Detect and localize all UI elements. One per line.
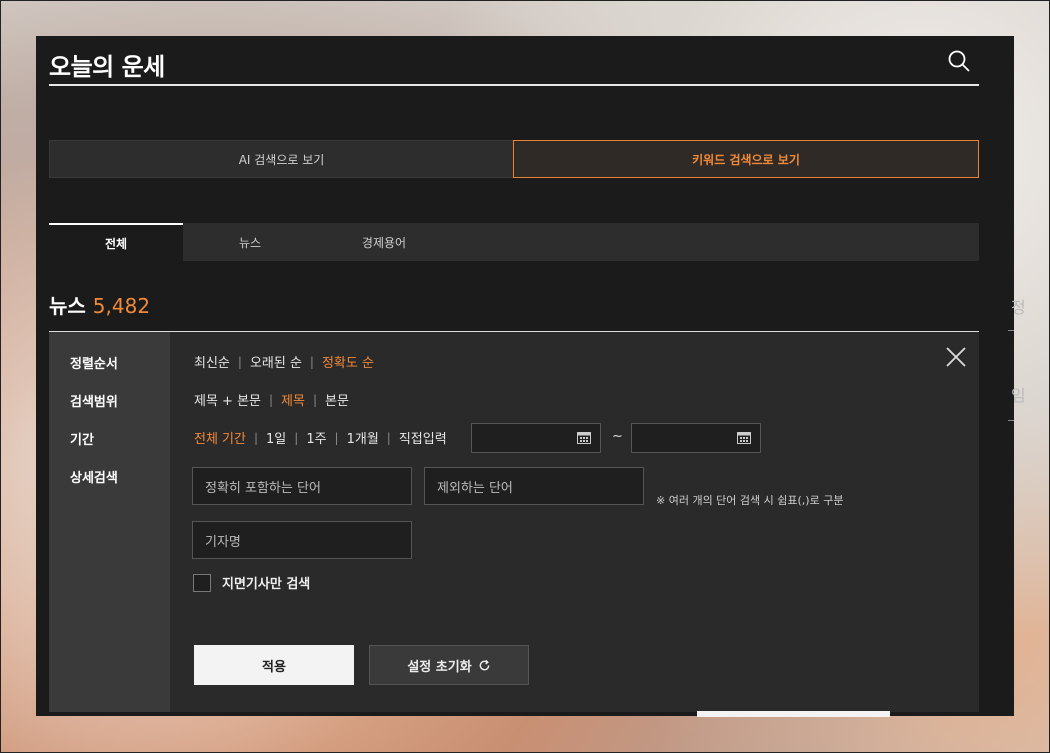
- exclude-words-input[interactable]: 제외하는 단어: [424, 467, 644, 505]
- print-only-label: 지면기사만 검색: [222, 577, 311, 592]
- page-title: 오늘의 운세: [49, 53, 165, 81]
- end-date-field[interactable]: [631, 423, 761, 453]
- sort-label: 정렬순서: [70, 357, 118, 372]
- calendar-icon[interactable]: [577, 431, 591, 444]
- scope-body-option[interactable]: 본문: [325, 390, 349, 409]
- reset-label: 설정 초기화: [407, 659, 472, 675]
- separator: |: [237, 354, 242, 369]
- result-label: 뉴스: [49, 294, 86, 318]
- keyword-search-button[interactable]: 키워드 검색으로 보기: [513, 140, 979, 178]
- page-header: 오늘의 운세: [49, 36, 979, 86]
- sort-latest-option[interactable]: 최신순: [194, 352, 230, 371]
- result-count: 뉴스 5,482: [49, 290, 150, 319]
- separator: |: [334, 430, 339, 445]
- search-mode-toggle: AI 검색으로 보기 키워드 검색으로 보기: [49, 140, 979, 178]
- period-label: 기간: [70, 433, 94, 448]
- print-only-checkbox-row[interactable]: 지면기사만 검색: [193, 573, 310, 592]
- scope-options: 제목 + 본문 | 제목 | 본문: [194, 390, 349, 410]
- detail-search-label: 상세검색: [70, 471, 118, 486]
- date-range-separator: ~: [612, 429, 623, 444]
- start-date-field[interactable]: [471, 423, 601, 453]
- exact-words-input[interactable]: 정확히 포함하는 단어: [192, 467, 412, 505]
- comma-hint: ※ 여러 개의 단어 검색 시 쉼표(,)로 구분: [656, 494, 844, 507]
- filter-label-column: 정렬순서 검색범위 기간 상세검색: [49, 332, 170, 712]
- tab-economic-terms[interactable]: 경제용어: [317, 223, 451, 261]
- period-1day-option[interactable]: 1일: [266, 428, 286, 447]
- apply-button[interactable]: 적용: [194, 645, 354, 685]
- reporter-input[interactable]: 기자명: [192, 521, 412, 559]
- side-divider: [1008, 330, 1014, 331]
- period-custom-option[interactable]: 직접입력: [399, 428, 447, 447]
- scope-title-body-option[interactable]: 제목 + 본문: [194, 390, 261, 409]
- period-1month-option[interactable]: 1개월: [347, 428, 379, 447]
- search-panel: 오늘의 운세 AI 검색으로 보기 키워드 검색으로 보기 전체 뉴스 경제용어…: [36, 36, 1026, 716]
- tab-news[interactable]: 뉴스: [183, 223, 317, 261]
- background-element: [697, 711, 890, 717]
- separator: |: [309, 354, 314, 369]
- sort-accuracy-option[interactable]: 정확도 순: [322, 352, 374, 371]
- ai-search-button[interactable]: AI 검색으로 보기: [49, 140, 514, 178]
- filter-panel: 정렬순서 검색범위 기간 상세검색 최신순 | 오래된 순 | 정확도 순 제목…: [49, 331, 979, 712]
- period-options: 전체 기간 | 1일 | 1주 | 1개월 | 직접입력: [194, 428, 447, 448]
- separator: |: [312, 392, 318, 407]
- side-divider: [1008, 420, 1014, 421]
- period-1week-option[interactable]: 1주: [306, 428, 326, 447]
- separator: |: [269, 392, 274, 407]
- tab-all[interactable]: 전체: [49, 223, 183, 261]
- scope-title-option[interactable]: 제목: [281, 390, 305, 409]
- side-partial-text: 정: [1011, 298, 1026, 317]
- sort-oldest-option[interactable]: 오래된 순: [250, 352, 302, 371]
- refresh-icon: [479, 659, 490, 670]
- period-all-option[interactable]: 전체 기간: [194, 428, 246, 447]
- separator: |: [294, 430, 299, 445]
- category-tabs: 전체 뉴스 경제용어: [49, 223, 979, 261]
- reset-settings-button[interactable]: 설정 초기화: [369, 645, 529, 685]
- close-icon[interactable]: [945, 346, 967, 368]
- print-only-checkbox[interactable]: [193, 573, 211, 592]
- result-count-number: 5,482: [92, 294, 151, 318]
- calendar-icon[interactable]: [737, 431, 751, 444]
- separator: |: [253, 430, 259, 445]
- scope-label: 검색범위: [70, 395, 118, 410]
- separator: |: [386, 430, 391, 445]
- side-partial-text: 임: [1011, 386, 1026, 405]
- sort-options: 최신순 | 오래된 순 | 정확도 순: [194, 352, 374, 372]
- search-icon[interactable]: [947, 49, 971, 73]
